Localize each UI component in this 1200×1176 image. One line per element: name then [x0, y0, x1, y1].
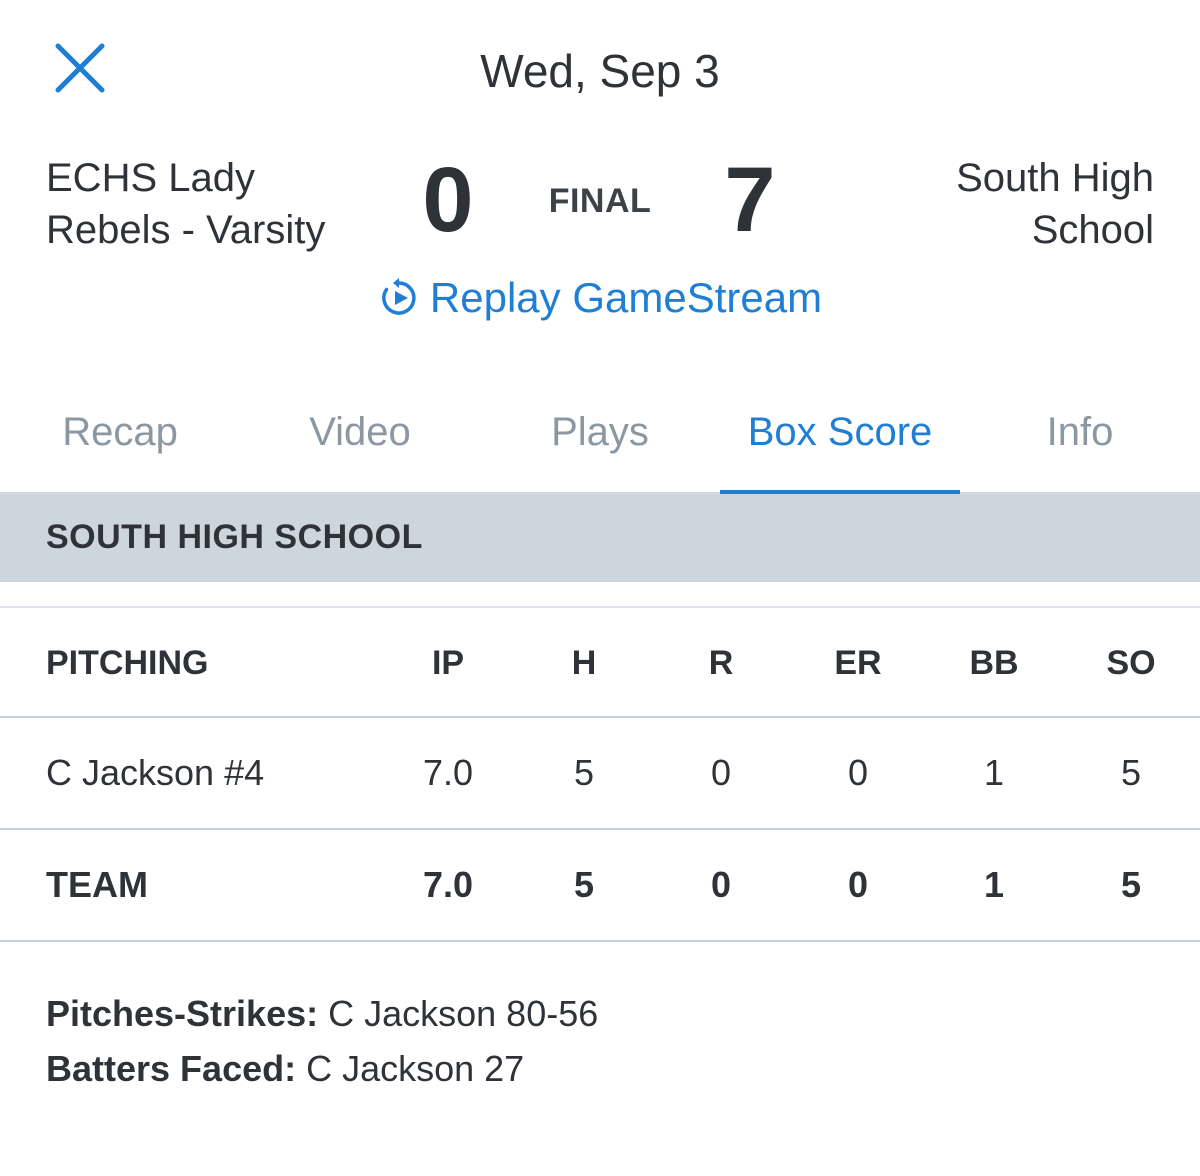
pitching-table: PITCHING IP H R ER BB SO C Jackson #4 7.… — [0, 606, 1200, 942]
column-header-ip: IP — [431, 644, 465, 682]
cell-r: 0 — [710, 752, 732, 793]
team-cell-r: 0 — [710, 864, 732, 905]
table-bottom-divider — [0, 940, 1200, 942]
team-cell-er: 0 — [847, 864, 869, 905]
page-title: Wed, Sep 3 — [480, 45, 720, 97]
replay-icon — [378, 277, 420, 319]
cell-er: 0 — [847, 752, 869, 793]
replay-gamestream-link[interactable]: Replay GameStream — [0, 274, 1200, 322]
batters-faced-label: Batters Faced: — [46, 1048, 297, 1089]
home-score: 7 — [724, 149, 776, 251]
column-header-so: SO — [1106, 644, 1156, 682]
column-header-r: R — [708, 644, 734, 682]
batters-faced-note: Batters Faced: C Jackson 27 — [46, 1041, 598, 1096]
replay-label: Replay GameStream — [429, 274, 823, 321]
column-header-pitching: PITCHING — [46, 644, 209, 682]
player-name[interactable]: C Jackson #4 — [46, 718, 386, 828]
tab-video[interactable]: Video — [240, 386, 480, 494]
batters-faced-value: C Jackson 27 — [296, 1048, 525, 1089]
team-label: TEAM — [46, 864, 148, 905]
pitches-strikes-label: Pitches-Strikes: — [46, 993, 319, 1034]
column-header-bb: BB — [969, 644, 1019, 682]
team-section-header: SOUTH HIGH SCHOOL — [0, 494, 1200, 582]
team-cell-ip: 7.0 — [422, 864, 474, 905]
pitching-notes: Pitches-Strikes: C Jackson 80-56 Batters… — [46, 986, 598, 1096]
tab-box-score[interactable]: Box Score — [720, 386, 960, 496]
home-team-name[interactable]: South High School — [854, 152, 1154, 256]
cell-ip: 7.0 — [422, 752, 474, 793]
team-totals-row: TEAM 7.0 5 0 0 1 5 — [0, 828, 1200, 940]
cell-h: 5 — [573, 752, 595, 793]
cell-bb: 1 — [983, 752, 1005, 793]
home-team-name-line1: South High — [956, 156, 1154, 200]
team-cell-so: 5 — [1120, 864, 1142, 905]
tab-bar: Recap Video Plays Box Score Info — [0, 386, 1200, 496]
team-cell-bb: 1 — [983, 864, 1005, 905]
team-cell-h: 5 — [573, 864, 595, 905]
tab-recap[interactable]: Recap — [0, 386, 240, 494]
home-team-name-line2: School — [1031, 208, 1154, 252]
cell-so: 5 — [1120, 752, 1142, 793]
table-header-row: PITCHING IP H R ER BB SO — [0, 606, 1200, 716]
tab-info[interactable]: Info — [960, 386, 1200, 494]
column-header-er: ER — [834, 644, 882, 682]
table-row[interactable]: C Jackson #4 7.0 5 0 0 1 5 — [0, 716, 1200, 828]
team-section-title: SOUTH HIGH SCHOOL — [46, 518, 423, 556]
pitches-strikes-note: Pitches-Strikes: C Jackson 80-56 — [46, 986, 598, 1041]
column-header-h: H — [571, 644, 597, 682]
tab-plays[interactable]: Plays — [480, 386, 720, 494]
pitches-strikes-value: C Jackson 80-56 — [318, 993, 599, 1034]
